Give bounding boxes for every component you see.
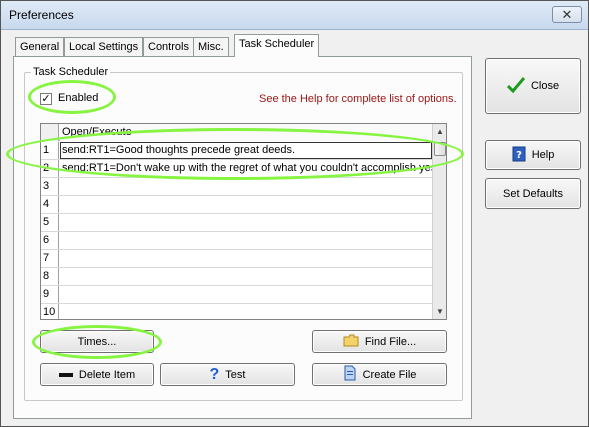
title-bar[interactable]: Preferences ✕ bbox=[1, 1, 588, 30]
row-number: 3 bbox=[41, 178, 59, 195]
row-number: 10 bbox=[41, 304, 59, 319]
tab-label: Local Settings bbox=[69, 41, 139, 53]
table-row[interactable]: 9 bbox=[41, 286, 432, 304]
tab-label: General bbox=[20, 41, 60, 53]
tab-local-settings[interactable]: Local Settings bbox=[64, 37, 144, 56]
row-number: 4 bbox=[41, 196, 59, 213]
help-button[interactable]: ? Help bbox=[485, 140, 581, 170]
button-label: Delete Item bbox=[78, 368, 136, 381]
table-row[interactable]: 8 bbox=[41, 268, 432, 286]
checkmark-icon: ✓ bbox=[41, 93, 51, 105]
row-number: 1 bbox=[41, 142, 59, 159]
tab-general[interactable]: General bbox=[15, 37, 65, 56]
tab-label: Misc. bbox=[198, 41, 224, 53]
button-label: Help bbox=[531, 149, 555, 161]
scroll-thumb[interactable] bbox=[434, 142, 446, 156]
close-icon: ✕ bbox=[561, 7, 573, 22]
tab-controls[interactable]: Controls bbox=[143, 37, 194, 56]
table-row[interactable]: 2 send:RT1=Don't wake up with the regret… bbox=[41, 160, 432, 178]
task-cell[interactable] bbox=[60, 178, 432, 195]
close-button[interactable]: Close bbox=[485, 58, 581, 114]
task-cell[interactable]: send:RT1=Don't wake up with the regret o… bbox=[60, 160, 432, 177]
preferences-window: Preferences ✕ General Local Settings Con… bbox=[0, 0, 589, 427]
set-defaults-button[interactable]: Set Defaults bbox=[485, 178, 581, 209]
task-grid[interactable]: Open/Execute 1 send:RT1=Good thoughts pr… bbox=[40, 123, 447, 320]
task-cell[interactable] bbox=[60, 286, 432, 303]
question-icon: ? bbox=[209, 365, 220, 383]
table-row[interactable]: 3 bbox=[41, 178, 432, 196]
table-row[interactable]: 7 bbox=[41, 250, 432, 268]
enabled-checkbox[interactable]: ✓ bbox=[40, 93, 52, 105]
checkmark-icon bbox=[506, 76, 526, 96]
tab-misc[interactable]: Misc. bbox=[193, 37, 229, 56]
row-number: 5 bbox=[41, 214, 59, 231]
help-note: See the Help for complete list of option… bbox=[259, 93, 457, 105]
table-row[interactable]: 5 bbox=[41, 214, 432, 232]
button-label: Find File... bbox=[364, 335, 417, 348]
task-cell[interactable] bbox=[60, 232, 432, 249]
scroll-down-icon[interactable]: ▼ bbox=[433, 304, 446, 319]
test-button[interactable]: ? Test bbox=[160, 363, 295, 386]
find-file-button[interactable]: Find File... bbox=[312, 330, 447, 353]
folder-icon bbox=[343, 334, 359, 350]
scroll-up-icon[interactable]: ▲ bbox=[433, 124, 446, 139]
window-close-button[interactable]: ✕ bbox=[552, 6, 582, 23]
row-number: 7 bbox=[41, 250, 59, 267]
table-row[interactable]: 4 bbox=[41, 196, 432, 214]
enabled-label[interactable]: Enabled bbox=[58, 92, 98, 104]
table-row[interactable]: 6 bbox=[41, 232, 432, 250]
help-book-icon: ? bbox=[512, 146, 526, 165]
group-title: Task Scheduler bbox=[31, 66, 111, 78]
create-file-button[interactable]: Create File bbox=[312, 363, 447, 386]
task-cell[interactable] bbox=[60, 214, 432, 231]
task-cell[interactable] bbox=[60, 268, 432, 285]
grid-scrollbar[interactable]: ▲ ▼ bbox=[432, 124, 446, 319]
tab-task-scheduler[interactable]: Task Scheduler bbox=[234, 34, 320, 57]
grid-corner bbox=[41, 124, 59, 141]
row-number: 8 bbox=[41, 268, 59, 285]
button-label: Close bbox=[530, 80, 560, 92]
svg-text:?: ? bbox=[516, 150, 522, 161]
task-cell[interactable] bbox=[60, 304, 432, 319]
grid-header: Open/Execute bbox=[41, 124, 432, 141]
button-label: Times... bbox=[77, 335, 117, 348]
table-row[interactable]: 10 bbox=[41, 304, 432, 319]
column-header-open-execute[interactable]: Open/Execute bbox=[60, 124, 432, 141]
delete-item-button[interactable]: Delete Item bbox=[40, 363, 154, 386]
tab-label: Controls bbox=[148, 41, 189, 53]
row-number: 2 bbox=[41, 160, 59, 177]
row-number: 9 bbox=[41, 286, 59, 303]
button-label: Create File bbox=[362, 368, 417, 381]
document-icon bbox=[343, 365, 357, 384]
window-title: Preferences bbox=[9, 8, 74, 22]
task-cell[interactable] bbox=[60, 196, 432, 213]
row-number: 6 bbox=[41, 232, 59, 249]
button-label: Set Defaults bbox=[503, 187, 563, 200]
task-cell[interactable]: send:RT1=Good thoughts precede great dee… bbox=[60, 142, 432, 159]
button-label: Test bbox=[225, 368, 246, 381]
table-row[interactable]: 1 send:RT1=Good thoughts precede great d… bbox=[41, 142, 432, 160]
times-button[interactable]: Times... bbox=[40, 330, 154, 353]
task-cell[interactable] bbox=[60, 250, 432, 267]
tab-label: Task Scheduler bbox=[239, 38, 315, 50]
minus-icon bbox=[58, 369, 73, 381]
